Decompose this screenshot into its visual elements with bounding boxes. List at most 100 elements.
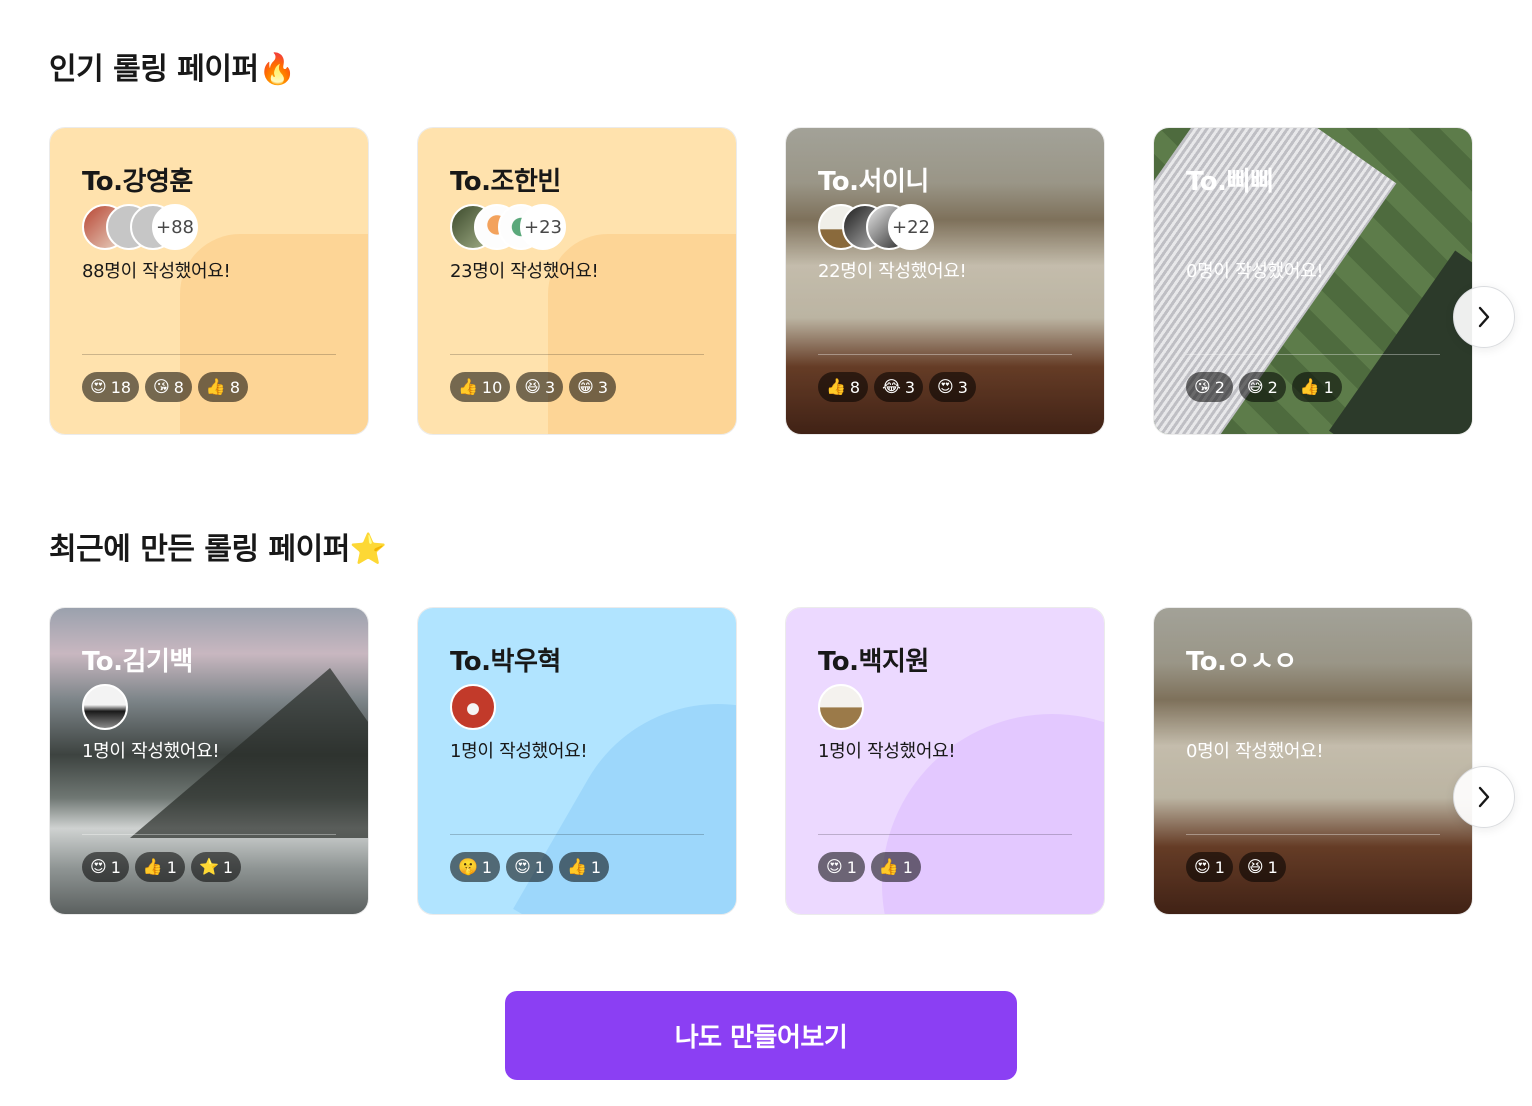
popular-card-list: To.강영훈 +88 88명이 작성했어요! 😍 18 😘 8 👍 8 To.조… — [49, 127, 1532, 435]
more-writers-badge: +88 — [152, 204, 198, 250]
reaction-badge: 😍 1 — [82, 852, 129, 882]
reaction-count: 1 — [1214, 857, 1225, 877]
writer-avatars — [450, 684, 704, 730]
recipient-name: To.조한빈 — [450, 167, 561, 197]
emoji-icon: 😍 — [826, 857, 843, 876]
emoji-icon: 😍 — [514, 857, 531, 876]
emoji-icon: 😘 — [1194, 377, 1211, 396]
recipient-name: To.서이니 — [818, 167, 929, 197]
reaction-badge: 😁 3 — [569, 372, 617, 402]
create-rolling-paper-button[interactable]: 나도 만들어보기 — [505, 991, 1017, 1080]
star-icon: ⭐ — [349, 532, 387, 567]
rolling-paper-card[interactable]: To.박우혁 1명이 작성했어요! 🤫 1 😍 1 👍 1 — [417, 607, 737, 915]
reaction-badge: 😍 1 — [818, 852, 865, 882]
section-title: 인기 롤링 페이퍼🔥 — [49, 50, 1532, 90]
writer-count: 23명이 작성했어요! — [450, 261, 599, 282]
recipient-name: To.삐삐 — [1186, 167, 1274, 197]
reaction-badge: 👍 8 — [818, 372, 869, 402]
writer-avatars — [1186, 204, 1440, 250]
emoji-icon: 😆 — [1246, 857, 1264, 876]
chevron-right-icon — [1478, 306, 1490, 328]
recipient-name: To.백지원 — [818, 647, 929, 677]
section-title: 최근에 만든 롤링 페이퍼⭐ — [49, 530, 1532, 570]
writer-count: 1명이 작성했어요! — [450, 741, 588, 762]
writer-avatars — [818, 684, 1072, 730]
avatar — [82, 684, 128, 730]
emoji-icon: 🤫 — [458, 857, 478, 876]
reaction-count: 1 — [846, 857, 857, 877]
reaction-badge: 😘 8 — [145, 372, 192, 402]
rolling-paper-card[interactable]: To.서이니 +22 22명이 작성했어요! 👍 8 😂 3 😍 3 — [785, 127, 1105, 435]
top-reactions: 😍 1 😆 1 — [1186, 852, 1286, 882]
writer-count: 1명이 작성했어요! — [818, 741, 956, 762]
reaction-count: 3 — [904, 377, 915, 397]
rolling-paper-card[interactable]: To.삐삐 0명이 작성했어요! 😘 2 😅 2 👍 1 — [1153, 127, 1473, 435]
writer-count: 0명이 작성했어요! — [1186, 261, 1324, 282]
recent-card-list: To.김기백 1명이 작성했어요! 😍 1 👍 1 ⭐ 1 To.박우혁 1명이… — [49, 607, 1532, 915]
emoji-icon: 👍 — [878, 857, 899, 876]
writer-avatars: +88 — [82, 204, 336, 250]
emoji-icon: 😘 — [153, 377, 170, 396]
next-arrow-button[interactable] — [1453, 286, 1515, 348]
reaction-count: 1 — [590, 857, 602, 877]
rolling-paper-card[interactable]: To.ㅇㅅㅇ 0명이 작성했어요! 😍 1 😆 1 — [1153, 607, 1473, 915]
reaction-count: 8 — [173, 377, 184, 397]
reaction-count: 3 — [957, 377, 968, 397]
emoji-icon: 😆 — [524, 377, 541, 396]
reaction-badge: 🤫 1 — [450, 852, 501, 882]
reaction-count: 1 — [222, 857, 234, 877]
popular-section: 인기 롤링 페이퍼🔥 To.강영훈 +88 88명이 작성했어요! 😍 18 😘 8 — [49, 50, 1532, 435]
reaction-badge: 😂 3 — [874, 372, 923, 402]
reaction-count: 1 — [534, 857, 545, 877]
reaction-count: 1 — [1267, 857, 1278, 877]
avatar — [818, 684, 864, 730]
divider — [450, 354, 704, 355]
reaction-count: 1 — [110, 857, 121, 877]
reaction-badge: 👍 1 — [870, 852, 921, 882]
reaction-count: 8 — [229, 377, 241, 397]
reaction-badge: 👍 1 — [134, 852, 185, 882]
emoji-icon: 😂 — [882, 377, 901, 396]
reaction-badge: 👍 8 — [197, 372, 249, 402]
top-reactions: 😍 1 👍 1 ⭐ 1 — [82, 852, 242, 882]
reaction-badge: 👍 10 — [450, 372, 511, 402]
reaction-count: 2 — [1267, 377, 1278, 397]
reaction-count: 1 — [481, 857, 493, 877]
rolling-paper-card[interactable]: To.조한빈 +23 23명이 작성했어요! 👍 10 😆 3 😁 3 — [417, 127, 737, 435]
reaction-count: 3 — [597, 377, 609, 397]
reaction-count: 2 — [1214, 377, 1225, 397]
emoji-icon: 👍 — [205, 377, 226, 396]
popular-title: 인기 롤링 페이퍼 — [49, 52, 259, 87]
writer-count: 22명이 작성했어요! — [818, 261, 967, 282]
reaction-count: 18 — [110, 377, 132, 397]
reaction-badge: 👍 1 — [1291, 372, 1342, 402]
divider — [82, 354, 336, 355]
emoji-icon: 😍 — [90, 857, 107, 876]
writer-count: 88명이 작성했어요! — [82, 261, 231, 282]
reaction-badge: 😍 18 — [82, 372, 140, 402]
top-reactions: 😍 1 👍 1 — [818, 852, 921, 882]
chevron-right-icon — [1478, 786, 1490, 808]
writer-count: 0명이 작성했어요! — [1186, 741, 1324, 762]
divider — [450, 834, 704, 835]
writer-avatars — [1186, 684, 1440, 730]
divider — [818, 834, 1072, 835]
fire-icon: 🔥 — [258, 52, 296, 87]
reaction-badge: 😘 2 — [1186, 372, 1233, 402]
reaction-count: 3 — [544, 377, 556, 397]
rolling-paper-card[interactable]: To.김기백 1명이 작성했어요! 😍 1 👍 1 ⭐ 1 — [49, 607, 369, 915]
recent-title: 최근에 만든 롤링 페이퍼 — [49, 532, 350, 567]
divider — [1186, 834, 1440, 835]
divider — [82, 834, 336, 835]
next-arrow-button[interactable] — [1453, 766, 1515, 828]
top-reactions: 😘 2 😅 2 👍 1 — [1186, 372, 1342, 402]
reaction-count: 8 — [849, 377, 861, 397]
recipient-name: To.ㅇㅅㅇ — [1186, 647, 1297, 677]
reaction-badge: 😆 3 — [516, 372, 564, 402]
recent-section: 최근에 만든 롤링 페이퍼⭐ To.김기백 1명이 작성했어요! 😍 1 👍 1 ⭐… — [49, 530, 1532, 915]
rolling-paper-card[interactable]: To.강영훈 +88 88명이 작성했어요! 😍 18 😘 8 👍 8 — [49, 127, 369, 435]
reaction-count: 1 — [166, 857, 177, 877]
emoji-icon: 👍 — [566, 857, 587, 876]
emoji-icon: 👍 — [826, 377, 846, 396]
rolling-paper-card[interactable]: To.백지원 1명이 작성했어요! 😍 1 👍 1 — [785, 607, 1105, 915]
